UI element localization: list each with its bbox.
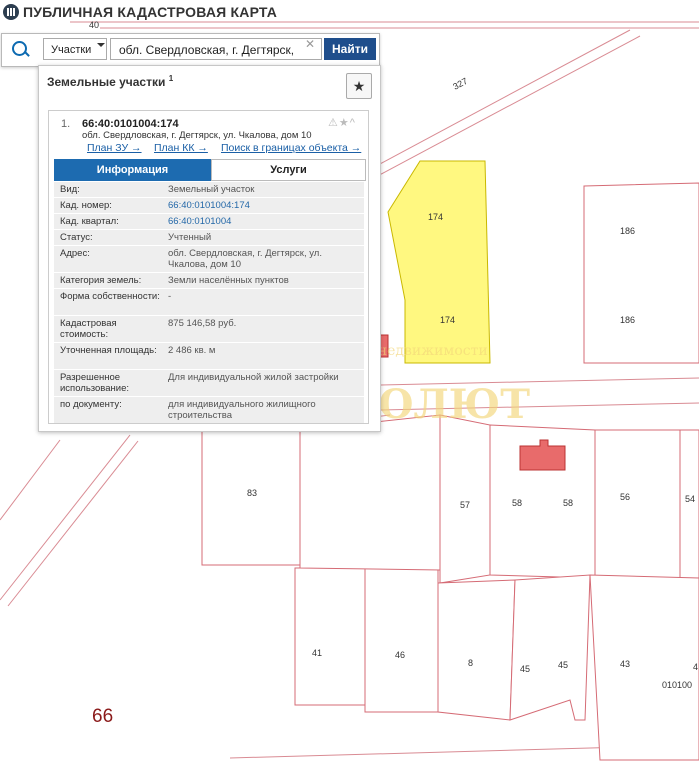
plot-label: 46 — [395, 650, 405, 660]
plot-label: 174 — [440, 315, 455, 325]
attr-value: Учтенный — [168, 232, 212, 243]
item-address: обл. Свердловская, г. Дегтярск, ул. Чкал… — [82, 130, 312, 141]
attr-row: Кад. номер: 66:40:0101004:174 — [54, 198, 364, 213]
plot-label: 174 — [428, 212, 443, 222]
parcel-43 — [589, 574, 699, 761]
attr-row: Категория земель: Земли населённых пункт… — [54, 273, 364, 288]
attr-value: Земельный участок — [168, 184, 255, 195]
attr-value: обл. Свердловская, г. Дегтярск, ул. Чкал… — [168, 248, 322, 270]
app-title: ПУБЛИЧНАЯ КАДАСТРОВАЯ КАРТА — [23, 4, 278, 20]
result-count: 1 — [168, 74, 174, 83]
card-action-icons[interactable]: ⚠★^ — [328, 116, 356, 129]
plot-label: 186 — [620, 315, 635, 325]
attr-value: для индивидуального жилищного строительс… — [168, 399, 316, 421]
attr-row: Статус: Учтенный — [54, 230, 364, 245]
attr-key: Статус: — [60, 232, 93, 243]
plot-label: 8 — [468, 658, 473, 668]
attr-value: 875 146,58 руб. — [168, 318, 237, 329]
plot-label: 58 — [512, 498, 522, 508]
plot-label: 56 — [620, 492, 630, 502]
result-card: 1. 66:40:0101004:174 обл. Свердловская, … — [48, 110, 369, 424]
attr-value: 2 486 кв. м — [168, 345, 216, 356]
plan-kk-link[interactable]: План КК → — [154, 142, 208, 154]
road-label: 40 — [89, 20, 99, 30]
plot-label: 186 — [620, 226, 635, 236]
plan-zu-link[interactable]: План ЗУ → — [87, 142, 142, 154]
quarter-number: 66 — [92, 706, 113, 727]
collapse-icon[interactable]: ^ — [350, 117, 356, 129]
attr-row: Кад. квартал: 66:40:0101004 — [54, 214, 364, 229]
parcel-left-upper — [299, 414, 441, 571]
attr-value-link[interactable]: 66:40:0101004 — [168, 216, 360, 227]
attr-row: Разрешенное использование: Для индивидуа… — [54, 370, 364, 396]
attr-key: Категория земель: — [60, 275, 142, 286]
favorite-star-button[interactable]: ★ — [346, 73, 372, 99]
plot-label: 54 — [685, 494, 695, 504]
attr-key: Форма собственности: — [60, 291, 160, 302]
attr-key: Кад. квартал: — [60, 216, 119, 227]
search-type-select[interactable]: Участки — [43, 38, 107, 60]
search-type-label: Участки — [51, 44, 92, 56]
attr-row: Уточненная площадь: 2 486 кв. м — [54, 343, 364, 369]
search-input[interactable]: обл. Свердловская, г. Дегтярск, — [110, 38, 322, 60]
item-index: 1. — [61, 118, 71, 130]
parcel-54 — [679, 429, 699, 579]
plot-label: 57 — [460, 500, 470, 510]
logo-icon — [3, 4, 19, 20]
find-button[interactable]: Найти — [324, 38, 376, 60]
parcel-57 — [439, 414, 491, 584]
plot-label: 58 — [563, 498, 573, 508]
search-icon[interactable] — [12, 41, 27, 56]
panel-title: Земельные участки 1 — [47, 74, 173, 89]
attr-value-link[interactable]: 66:40:0101004:174 — [168, 200, 360, 211]
search-in-bounds-link[interactable]: Поиск в границах объекта → — [221, 142, 361, 154]
search-bar: Участки обл. Свердловская, г. Дегтярск, … — [1, 33, 380, 67]
quarter-code: 010100 — [662, 680, 692, 690]
chevron-down-icon — [97, 43, 105, 47]
road-label: 327 — [451, 76, 469, 92]
attr-key: Кадастровая стоимость: — [60, 318, 117, 340]
tab-services[interactable]: Услуги — [211, 159, 366, 181]
clear-icon[interactable]: ✕ — [305, 37, 315, 51]
parcel-41 — [294, 567, 366, 706]
attr-key: Адрес: — [60, 248, 90, 259]
attr-value: Для индивидуальной жилой застройки — [168, 372, 339, 383]
attr-key: Кад. номер: — [60, 200, 112, 211]
parcel-56 — [594, 429, 681, 579]
selected-parcel-174 — [387, 160, 491, 364]
attr-row: Вид: Земельный участок — [54, 182, 364, 197]
attr-key: Уточненная площадь: — [60, 345, 157, 356]
attr-row: по документу: для индивидуального жилищн… — [54, 397, 364, 423]
attr-row: Адрес: обл. Свердловская, г. Дегтярск, у… — [54, 246, 364, 272]
parcel-186 — [583, 182, 699, 364]
parcel-8 — [437, 579, 516, 721]
attr-value: Земли населённых пунктов — [168, 275, 289, 286]
plot-label: 45 — [520, 664, 530, 674]
plot-label: 45 — [558, 660, 568, 670]
attr-row: Форма собственности: - — [54, 289, 364, 315]
parcel-46 — [364, 567, 439, 713]
results-panel: Земельные участки 1 ★ 1. 66:40:0101004:1… — [38, 65, 381, 432]
attr-key: по документу: — [60, 399, 122, 410]
attr-row: Кадастровая стоимость: 875 146,58 руб. — [54, 316, 364, 342]
attr-value: - — [168, 291, 172, 302]
plot-label: 41 — [312, 648, 322, 658]
parcel-45 — [509, 574, 591, 721]
plot-label: 83 — [247, 488, 257, 498]
plot-label: 43 — [620, 659, 630, 669]
attr-key: Вид: — [60, 184, 80, 195]
star-icon[interactable]: ★ — [339, 117, 350, 129]
plot-label: 4 — [693, 662, 698, 672]
panel-title-text: Земельные участки — [47, 75, 166, 89]
warning-icon[interactable]: ⚠ — [328, 117, 339, 129]
item-cadastral-id[interactable]: 66:40:0101004:174 — [82, 118, 179, 130]
tab-information[interactable]: Информация — [54, 159, 211, 181]
attr-key: Разрешенное использование: — [60, 372, 130, 394]
